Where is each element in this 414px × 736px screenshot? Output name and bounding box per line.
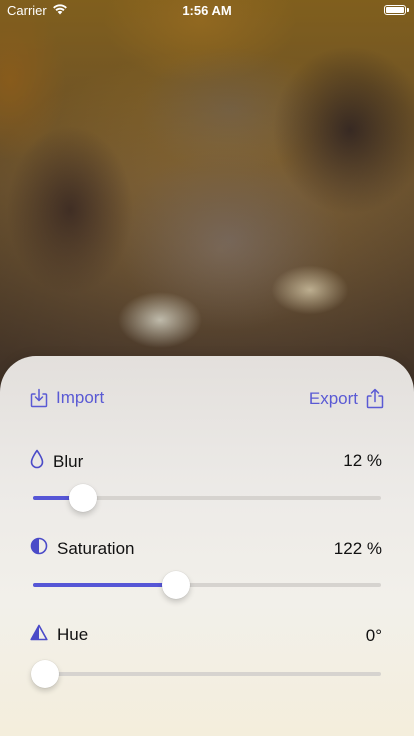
saturation-label: Saturation [57,538,135,558]
battery-icon [384,5,409,15]
blur-label: Blur [53,451,84,471]
half-circle-icon [30,537,48,560]
hue-label: Hue [57,625,89,644]
import-icon [30,388,48,408]
hue-value: 0° [365,626,382,645]
import-button[interactable]: Import [30,388,104,408]
slider-fill [33,583,177,587]
status-bar: Carrier 1:56 AM [0,0,414,22]
triangle-half-icon [30,624,48,646]
saturation-value: 122 % [333,539,382,558]
import-label: Import [56,388,105,407]
hue-slider[interactable] [30,660,381,688]
saturation-slider[interactable] [33,571,381,599]
slider-thumb[interactable] [68,484,97,512]
slider-thumb[interactable] [162,571,191,599]
share-icon [366,388,384,409]
adjustment-panel: Import Export Blur 12 % Saturation 122 %… [0,356,414,736]
battery-fill [386,7,404,13]
status-time: 1:56 AM [182,3,232,18]
editor-screen: Carrier 1:56 AM Import Export Blur 12 % … [0,0,414,736]
blur-slider[interactable] [33,484,381,512]
slider-track [33,672,381,676]
drop-icon [30,449,44,474]
blur-value: 12 % [343,451,382,470]
blur-label-row: Blur [30,449,83,474]
export-button[interactable]: Export [309,388,384,409]
export-label: Export [308,388,358,408]
slider-thumb[interactable] [30,660,59,688]
saturation-label-row: Saturation [30,537,135,560]
hue-label-row: Hue [30,624,88,646]
